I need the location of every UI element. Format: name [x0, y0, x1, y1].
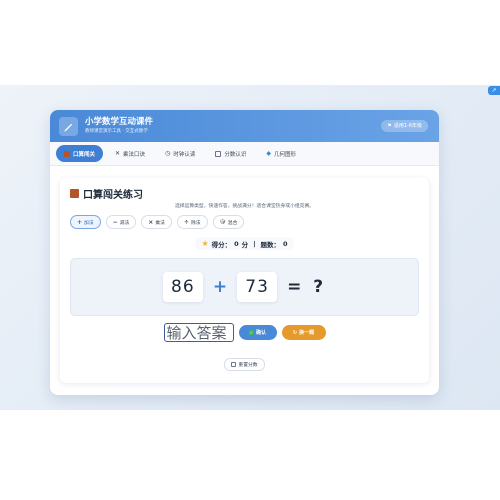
- score-bar: ★ 得分： 0 分 | 题数： 0: [60, 237, 429, 250]
- times-icon: ✕: [115, 150, 121, 157]
- courseware-window: 小学数学互动课件 教师课堂演示工具 · 交互式教学 ⚑ 适用1-6年级 口算闯关…: [50, 110, 439, 395]
- op-multiplication-button[interactable]: × 乘法: [141, 215, 172, 229]
- op-label: 除法: [190, 220, 201, 226]
- dice-icon: 🎲: [219, 219, 226, 225]
- operand-a: 86: [162, 272, 203, 302]
- confirm-label: 确认: [255, 330, 266, 336]
- app-subtitle: 教师课堂演示工具 · 交互式教学: [85, 129, 148, 134]
- abacus-icon: [64, 150, 70, 157]
- operand-b: 73: [237, 272, 278, 302]
- fraction-icon: [215, 150, 222, 157]
- reset-score-button[interactable]: 重置分数: [224, 358, 265, 371]
- answer-input[interactable]: [163, 323, 234, 342]
- divide-icon: ÷: [183, 218, 189, 226]
- equals-question: = ?: [287, 277, 327, 297]
- operator-symbol: +: [212, 277, 228, 297]
- op-mixed-button[interactable]: 🎲 混合: [212, 215, 245, 229]
- reset-label: 重置分数: [238, 363, 258, 368]
- app-title: 小学数学互动课件: [85, 117, 154, 127]
- tab-label: 几何图形: [273, 151, 296, 158]
- tab-label: 分数认识: [224, 151, 247, 158]
- refresh-icon: ↻: [292, 329, 298, 336]
- operation-selector: + 加法 − 减法 × 乘法 ÷ 除法 🎲 混合: [70, 215, 245, 229]
- op-label: 加法: [84, 220, 94, 226]
- abacus-icon: [70, 189, 79, 198]
- next-label: 换一题: [299, 330, 315, 336]
- tab-fractions[interactable]: 分数认识: [207, 145, 254, 162]
- op-label: 混合: [227, 220, 238, 226]
- tab-label: 时钟认读: [173, 151, 196, 158]
- op-label: 减法: [119, 220, 130, 226]
- score-value: 0: [234, 239, 239, 248]
- op-division-button[interactable]: ÷ 除法: [176, 215, 208, 229]
- count-value: 0: [283, 239, 288, 248]
- problem-display: 86 + 73 = ?: [70, 258, 419, 316]
- tab-bar: 口算闯关 ✕ 乘法口诀 ◷ 时钟认读 分数认识 ◆ 几何图形: [50, 142, 439, 166]
- answer-row: ✓ 确认 ↻ 换一题: [60, 323, 429, 342]
- tab-geometry[interactable]: ◆ 几何图形: [258, 145, 304, 162]
- plus-icon: +: [77, 218, 83, 226]
- app-header: 小学数学互动课件 教师课堂演示工具 · 交互式教学 ⚑ 适用1-6年级: [50, 110, 439, 142]
- practice-description: 选择运算类型，快速作答，挑战满分！适合课堂热身或小组竞赛。: [174, 204, 315, 209]
- times-icon: ×: [148, 218, 154, 226]
- score-separator: |: [253, 239, 256, 248]
- tab-mental-math[interactable]: 口算闯关: [56, 145, 104, 162]
- practice-title-text: 口算闯关练习: [83, 190, 143, 201]
- tab-label: 口算闯关: [73, 151, 96, 158]
- tab-clock[interactable]: ◷ 时钟认读: [157, 145, 203, 162]
- star-icon: ★: [201, 239, 209, 248]
- count-label: 题数：: [260, 240, 281, 249]
- op-addition-button[interactable]: + 加法: [70, 215, 101, 229]
- score-label: 得分：: [211, 240, 232, 249]
- check-icon: ✓: [248, 330, 254, 335]
- tab-multiplication[interactable]: ✕ 乘法口诀: [107, 145, 153, 162]
- confirm-button[interactable]: ✓ 确认: [238, 325, 277, 340]
- op-label: 乘法: [155, 220, 165, 226]
- reset-icon: [231, 362, 237, 367]
- practice-card: 口算闯关练习 选择运算类型，快速作答，挑战满分！适合课堂热身或小组竞赛。 + 加…: [60, 178, 429, 383]
- score-unit: 分: [241, 240, 249, 249]
- clock-icon: ◷: [165, 150, 171, 157]
- grade-badge-label: 适用1-6年级: [393, 123, 422, 129]
- minus-icon: −: [112, 218, 118, 226]
- practice-title: 口算闯关练习: [70, 186, 143, 201]
- op-subtraction-button[interactable]: − 减法: [105, 215, 137, 229]
- grade-badge: ⚑ 适用1-6年级: [381, 120, 428, 132]
- next-question-button[interactable]: ↻ 换一题: [281, 325, 326, 340]
- reset-row: 重置分数: [60, 358, 429, 371]
- tab-label: 乘法口诀: [123, 151, 146, 158]
- flag-icon: ⚑: [387, 123, 392, 129]
- corner-badge[interactable]: ↗: [488, 86, 500, 95]
- pencil-logo-icon: [59, 116, 78, 136]
- diamond-icon: ◆: [266, 150, 271, 157]
